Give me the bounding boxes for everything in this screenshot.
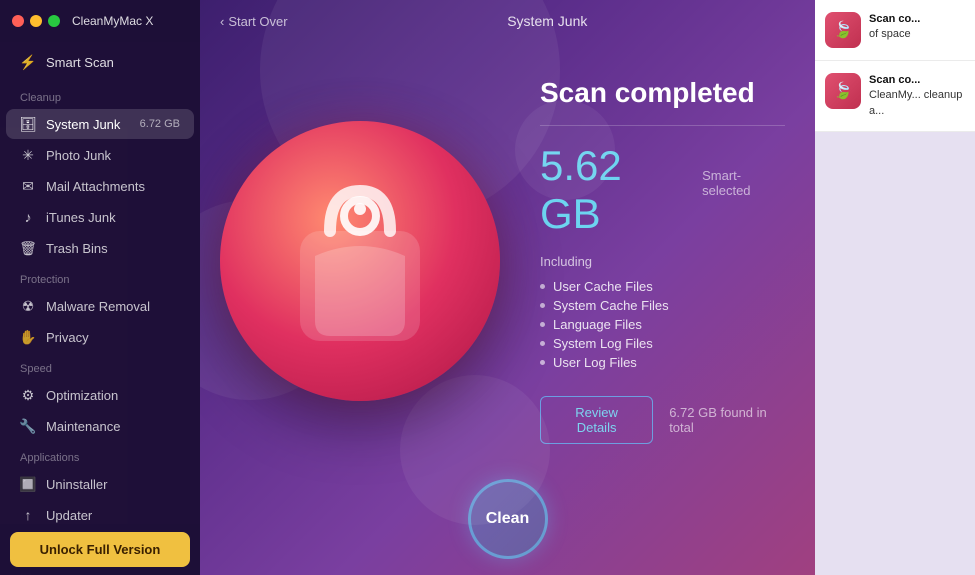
main-body: Scan completed 5.62 GB Smart-selected In… — [200, 42, 815, 479]
divider — [540, 125, 785, 126]
bullet-icon — [540, 303, 545, 308]
sidebar-content: ⚡ Smart Scan Cleanup 🗄 System Junk 6.72 … — [0, 42, 200, 575]
list-item: System Cache Files — [540, 296, 785, 315]
unlock-full-version-button[interactable]: Unlock Full Version — [10, 532, 190, 567]
itunes-icon: ♪ — [20, 209, 36, 225]
notif-title-1: Scan co... — [869, 12, 920, 27]
main-title: System Junk — [300, 13, 795, 29]
list-item: System Log Files — [540, 334, 785, 353]
system-junk-icon: 🗄 — [20, 116, 36, 132]
list-item: User Log Files — [540, 353, 785, 372]
sidebar-item-malware-removal[interactable]: ☢ Malware Removal — [6, 291, 194, 321]
notif-body-2: CleanMy... cleanup a... — [869, 88, 965, 119]
scan-completed-heading: Scan completed — [540, 77, 785, 109]
notif-title-2: Scan co... — [869, 73, 965, 88]
mail-icon: ✉ — [20, 178, 36, 194]
items-list: User Cache Files System Cache Files Lang… — [540, 277, 785, 372]
including-label: Including — [540, 254, 785, 269]
updater-icon: ↑ — [20, 507, 36, 523]
optimization-icon: ⚙ — [20, 387, 36, 403]
smart-scan-label: Smart Scan — [46, 55, 114, 70]
notif-icon-2: 🍃 — [825, 73, 861, 109]
mail-label: Mail Attachments — [46, 179, 180, 194]
list-item: Language Files — [540, 315, 785, 334]
app-title: CleanMyMac X — [72, 14, 153, 28]
bag-svg-icon — [260, 161, 460, 361]
clean-button[interactable]: Clean — [468, 479, 548, 559]
malware-label: Malware Removal — [46, 299, 180, 314]
updater-label: Updater — [46, 508, 180, 523]
notification-item-2: 🍃 Scan co... CleanMy... cleanup a... — [815, 61, 975, 132]
maximize-button[interactable] — [48, 15, 60, 27]
sidebar-item-smart-scan[interactable]: ⚡ Smart Scan — [6, 44, 194, 80]
optimization-label: Optimization — [46, 388, 180, 403]
bullet-icon — [540, 322, 545, 327]
sidebar-item-photo-junk[interactable]: ✳ Photo Junk — [6, 140, 194, 170]
notif-text-1: Scan co... of space — [869, 12, 920, 48]
section-applications: Applications — [0, 442, 200, 468]
main-titlebar: ‹ Start Over System Junk — [200, 0, 815, 42]
system-junk-badge: 6.72 GB — [140, 118, 180, 130]
system-junk-label: System Junk — [46, 117, 130, 132]
minimize-button[interactable] — [30, 15, 42, 27]
uninstaller-label: Uninstaller — [46, 477, 180, 492]
itunes-label: iTunes Junk — [46, 210, 180, 225]
section-speed: Speed — [0, 353, 200, 379]
sidebar-item-privacy[interactable]: ✋ Privacy — [6, 322, 194, 352]
main-content: ‹ Start Over System Junk — [200, 0, 815, 575]
uninstaller-icon: 🔲 — [20, 476, 36, 492]
notif-text-2: Scan co... CleanMy... cleanup a... — [869, 73, 965, 119]
sidebar-item-system-junk[interactable]: 🗄 System Junk 6.72 GB — [6, 109, 194, 139]
bullet-icon — [540, 341, 545, 346]
section-cleanup: Cleanup — [0, 82, 200, 108]
privacy-icon: ✋ — [20, 329, 36, 345]
smart-selected-label: Smart-selected — [702, 168, 785, 198]
notif-body-1: of space — [869, 27, 920, 42]
review-details-button[interactable]: Review Details — [540, 396, 653, 444]
sidebar: CleanMyMac X ⚡ Smart Scan Cleanup 🗄 Syst… — [0, 0, 200, 575]
sidebar-item-mail-attachments[interactable]: ✉ Mail Attachments — [6, 171, 194, 201]
section-protection: Protection — [0, 264, 200, 290]
found-total-label: 6.72 GB found in total — [669, 405, 785, 435]
maintenance-icon: 🔧 — [20, 418, 36, 434]
list-item: User Cache Files — [540, 277, 785, 296]
right-panel: 🍃 Scan co... of space 🍃 Scan co... Clean… — [815, 0, 975, 575]
traffic-lights — [12, 15, 60, 27]
maintenance-label: Maintenance — [46, 419, 180, 434]
sidebar-item-optimization[interactable]: ⚙ Optimization — [6, 380, 194, 410]
notification-item-1: 🍃 Scan co... of space — [815, 0, 975, 61]
photo-junk-label: Photo Junk — [46, 148, 180, 163]
size-row: 5.62 GB Smart-selected — [540, 142, 785, 238]
sidebar-item-uninstaller[interactable]: 🔲 Uninstaller — [6, 469, 194, 499]
close-button[interactable] — [12, 15, 24, 27]
photo-junk-icon: ✳ — [20, 147, 36, 163]
sidebar-item-itunes-junk[interactable]: ♪ iTunes Junk — [6, 202, 194, 232]
size-value: 5.62 GB — [540, 142, 686, 238]
bullet-icon — [540, 284, 545, 289]
privacy-label: Privacy — [46, 330, 180, 345]
sidebar-item-trash-bins[interactable]: 🗑 Trash Bins — [6, 233, 194, 263]
bullet-icon — [540, 360, 545, 365]
back-label: Start Over — [228, 14, 287, 29]
back-button[interactable]: ‹ Start Over — [220, 14, 288, 29]
back-chevron-icon: ‹ — [220, 14, 224, 29]
trash-label: Trash Bins — [46, 241, 180, 256]
app-icon-area — [220, 71, 500, 451]
results-panel: Scan completed 5.62 GB Smart-selected In… — [520, 57, 795, 464]
clean-button-area: Clean — [200, 479, 815, 575]
sidebar-bottom: Unlock Full Version — [0, 524, 200, 575]
notif-icon-1: 🍃 — [825, 12, 861, 48]
trash-icon: 🗑 — [20, 240, 36, 256]
smart-scan-icon: ⚡ — [20, 54, 36, 70]
sidebar-item-maintenance[interactable]: 🔧 Maintenance — [6, 411, 194, 441]
titlebar: CleanMyMac X — [0, 0, 200, 42]
system-junk-big-icon — [220, 121, 500, 401]
malware-icon: ☢ — [20, 298, 36, 314]
review-row: Review Details 6.72 GB found in total — [540, 396, 785, 444]
